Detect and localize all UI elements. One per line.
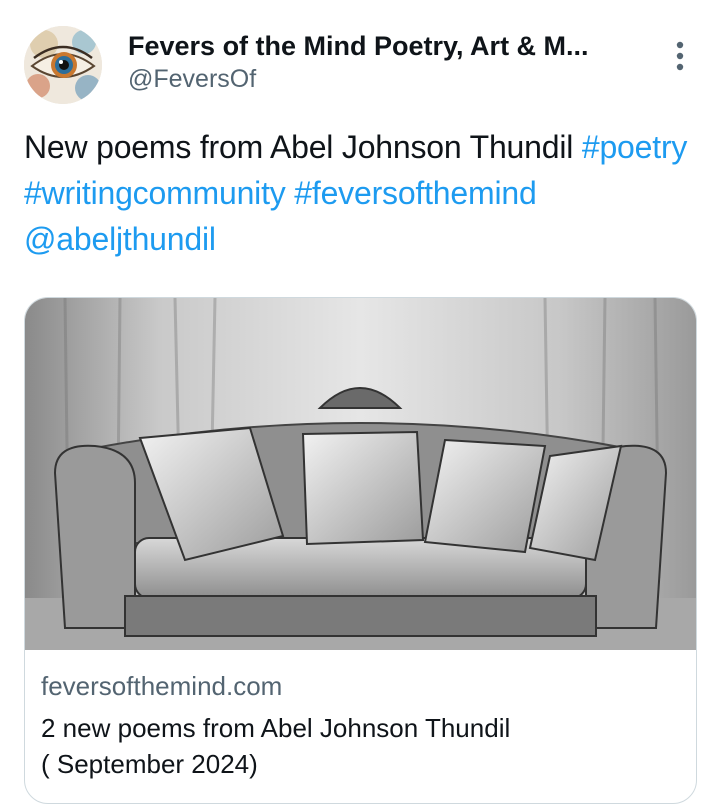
- hashtag-poetry[interactable]: #poetry: [582, 129, 688, 165]
- tweet-body: New poems from Abel Johnson Thundil: [24, 129, 582, 165]
- author-handle[interactable]: @FeversOf: [128, 64, 256, 94]
- eye-painting-avatar-icon: [24, 26, 102, 104]
- hashtag-feversofthemind[interactable]: #feversofthemind: [294, 175, 536, 211]
- card-title: 2 new poems from Abel Johnson Thundil ( …: [41, 710, 681, 782]
- link-preview-card[interactable]: feversofthemind.com 2 new poems from Abe…: [24, 297, 697, 804]
- sofa-sketch-image: [25, 298, 696, 650]
- tweet-text: New poems from Abel Johnson Thundil #poe…: [24, 124, 696, 262]
- mention-abeljthundil[interactable]: @abeljthundil: [24, 221, 216, 257]
- card-title-line-2: ( September 2024): [41, 749, 258, 779]
- card-title-line-1: 2 new poems from Abel Johnson Thundil: [41, 713, 511, 743]
- card-image[interactable]: [25, 298, 696, 650]
- author-display-name[interactable]: Fevers of the Mind Poetry, Art & M...: [128, 30, 648, 62]
- hashtag-writingcommunity[interactable]: #writingcommunity: [24, 175, 286, 211]
- card-domain: feversofthemind.com: [41, 671, 283, 701]
- more-vertical-icon: [676, 41, 684, 71]
- more-options-button[interactable]: [664, 38, 696, 74]
- avatar[interactable]: [24, 26, 102, 104]
